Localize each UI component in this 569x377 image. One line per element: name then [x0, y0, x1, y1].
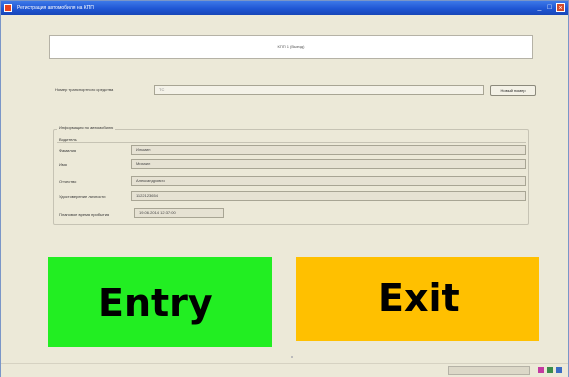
surname-label: Фамилия: [59, 148, 76, 153]
surname-field[interactable]: Ильмин: [131, 145, 526, 155]
window-title: Регистрация автомобиля на КПП: [17, 5, 94, 11]
app-logo-icon: [4, 4, 12, 12]
group-divider: [57, 142, 526, 143]
car-info-group-title: Информация по автомобилю: [57, 125, 116, 130]
plate-input[interactable]: ТС: [154, 85, 484, 95]
name-field[interactable]: Михаил: [131, 159, 526, 169]
patronymic-label: Отчество: [59, 179, 77, 184]
title-bar[interactable]: Регистрация автомобиля на КПП _ □ ×: [1, 1, 568, 15]
minimize-icon[interactable]: _: [535, 3, 544, 12]
id-document-field[interactable]: 1122123654: [131, 191, 526, 201]
tray-icon-2[interactable]: [547, 367, 553, 373]
exit-button-label: Exit: [378, 276, 460, 320]
application-window: Регистрация автомобиля на КПП _ □ × КПП …: [0, 0, 569, 377]
tray-icon-1[interactable]: [538, 367, 544, 373]
maximize-icon[interactable]: □: [545, 3, 554, 12]
entry-button[interactable]: Entry: [48, 257, 272, 347]
patronymic-field[interactable]: Александрович: [131, 176, 526, 186]
status-panel: [448, 366, 530, 375]
separator-dot: [291, 356, 293, 358]
checkpoint-header: КПП 1 (Выезд): [49, 35, 533, 59]
new-number-button[interactable]: Новый номер: [490, 85, 536, 96]
name-label: Имя: [59, 162, 67, 167]
entry-button-label: Entry: [98, 281, 213, 325]
id-document-label: Удостоверение личности: [59, 194, 106, 199]
close-icon[interactable]: ×: [556, 3, 565, 12]
exit-button[interactable]: Exit: [296, 257, 539, 341]
plate-label: Номер транспортного средства: [55, 87, 114, 92]
checkpoint-title: КПП 1 (Выезд): [277, 44, 305, 49]
arrival-time-field[interactable]: 19.06.2014 12:37:00: [134, 208, 224, 218]
arrival-time-label: Плановое время прибытия: [59, 212, 110, 217]
tray-icon-3[interactable]: [556, 367, 562, 373]
